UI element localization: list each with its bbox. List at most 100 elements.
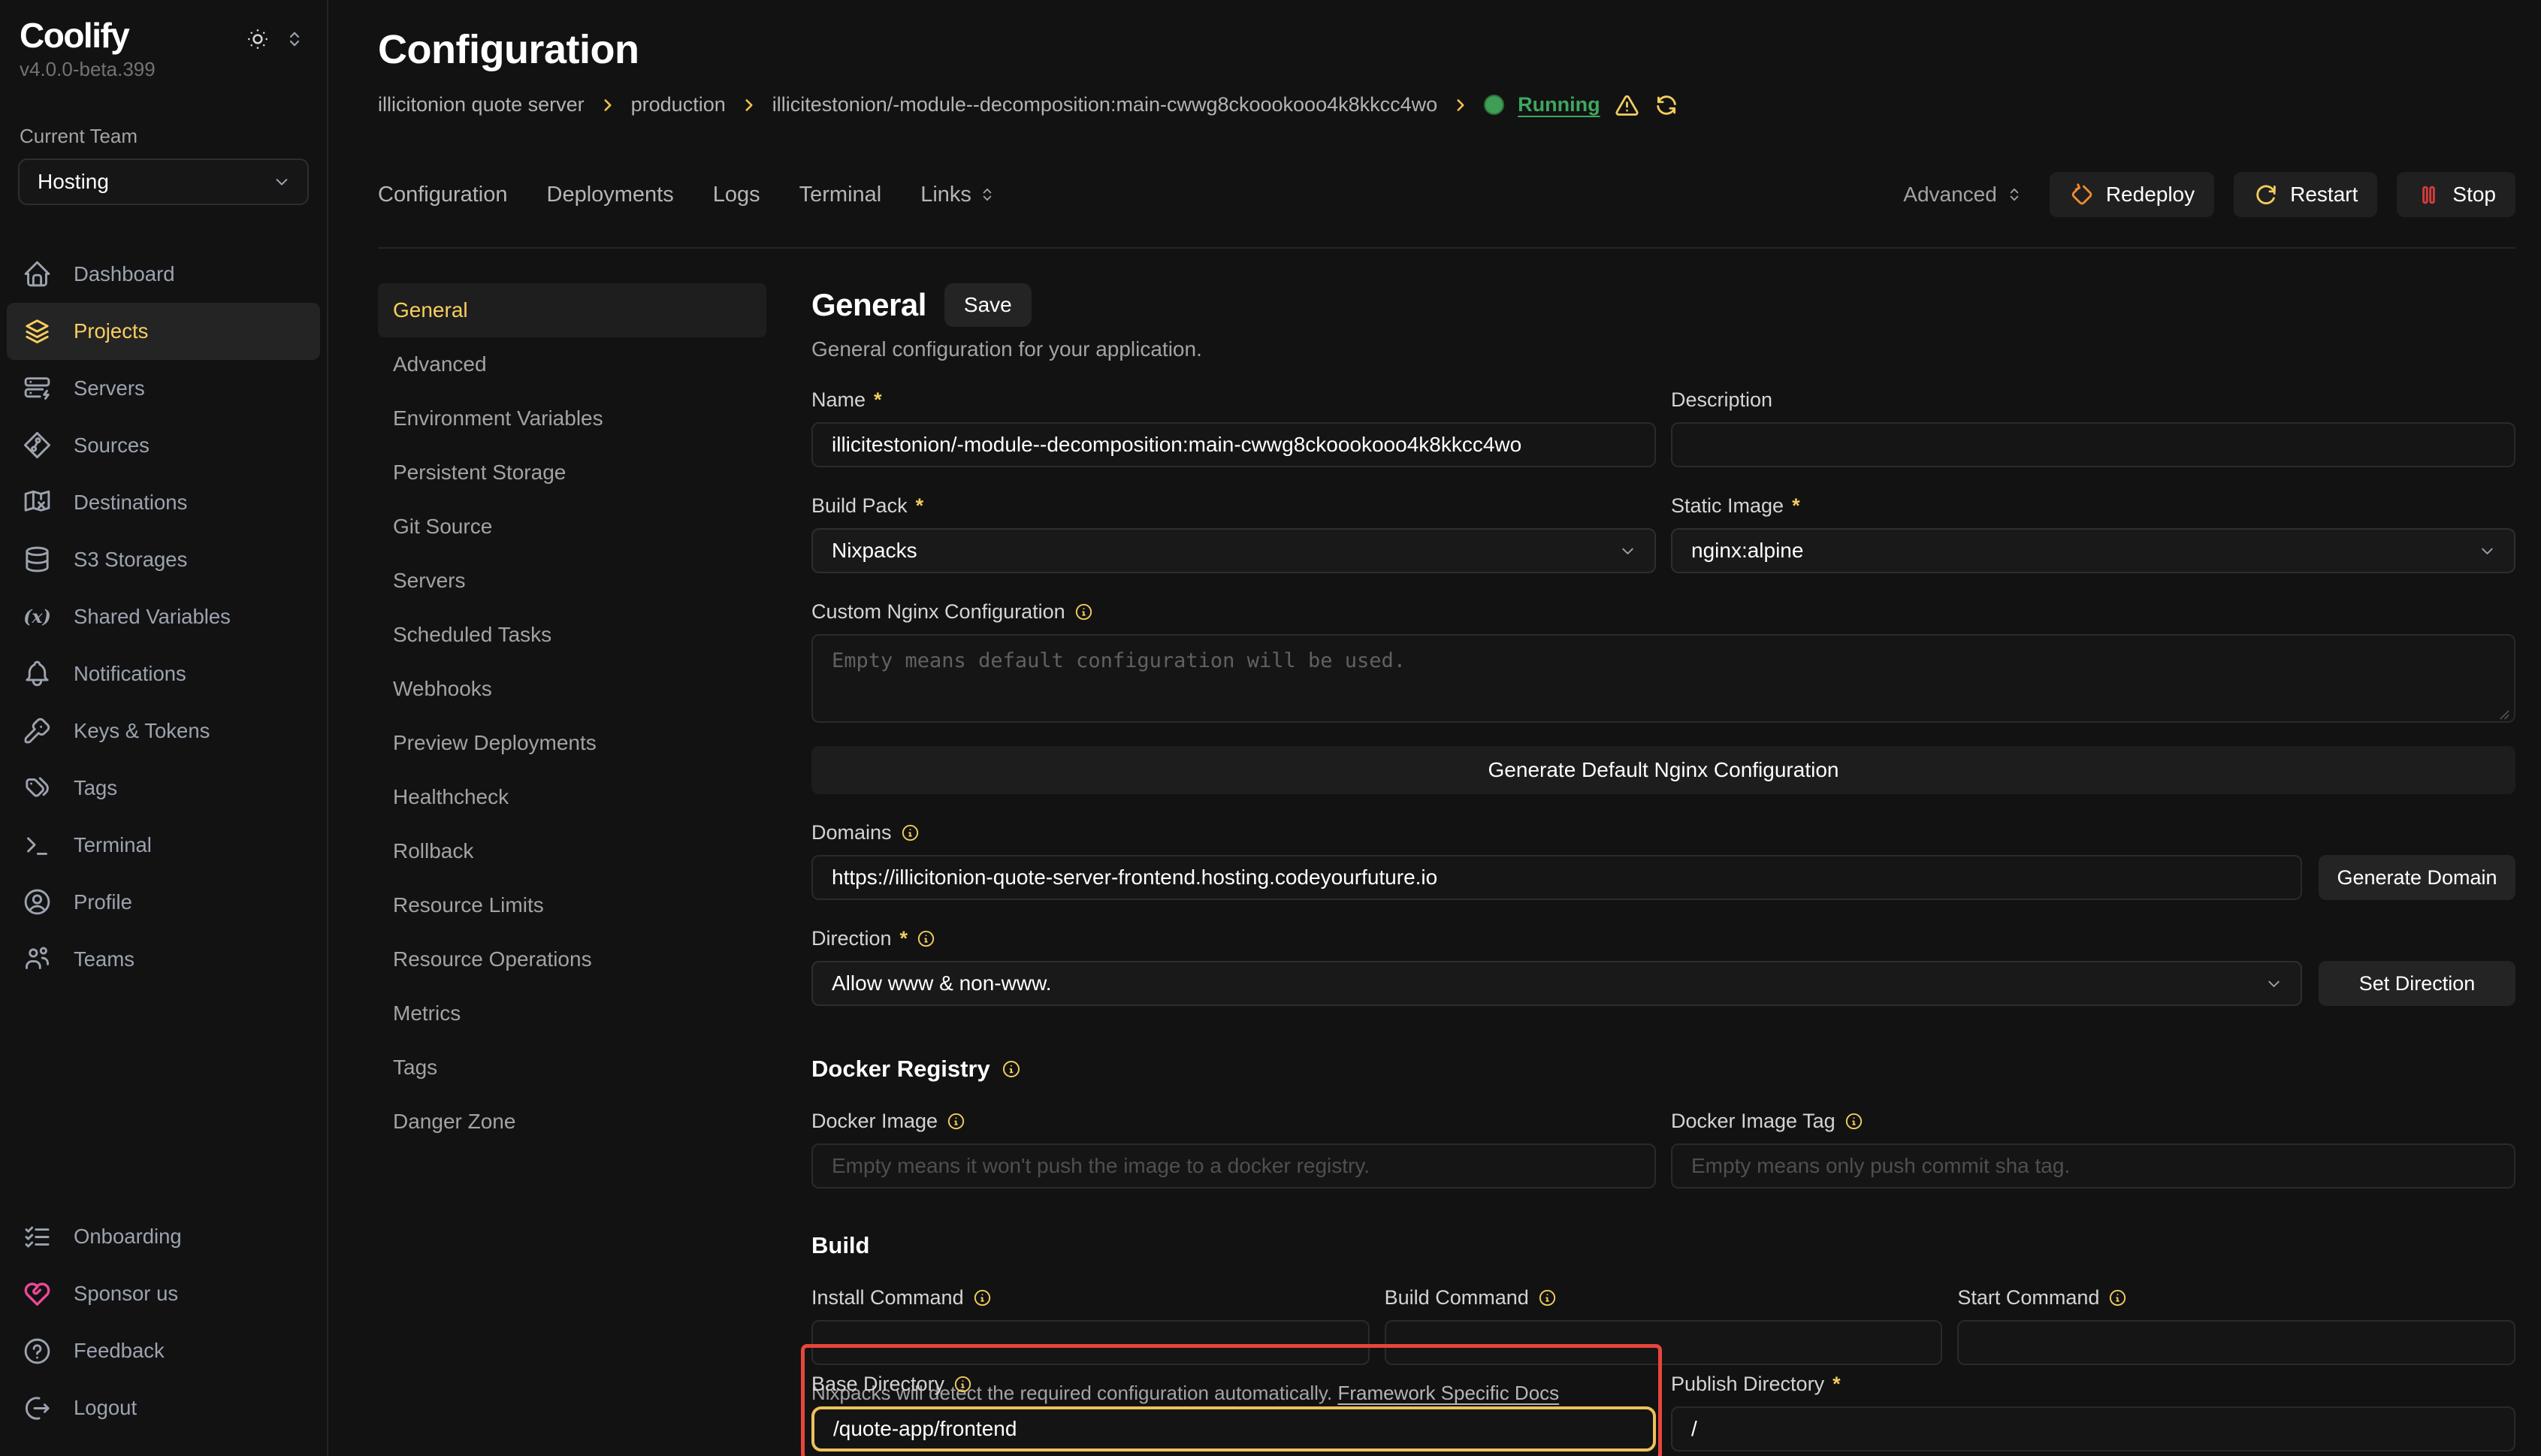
info-icon[interactable] xyxy=(972,1288,993,1308)
redeploy-button[interactable]: Redeploy xyxy=(2050,172,2214,217)
home-icon xyxy=(22,258,53,289)
sidebar-item-terminal[interactable]: Terminal xyxy=(7,817,320,874)
info-icon[interactable] xyxy=(1844,1111,1864,1131)
warning-triangle-icon[interactable] xyxy=(1614,92,1640,118)
theme-selector-icon[interactable] xyxy=(283,28,306,50)
build-command-input[interactable] xyxy=(1385,1320,1943,1365)
publish-directory-input[interactable] xyxy=(1671,1406,2515,1451)
info-icon[interactable] xyxy=(1074,602,1094,622)
sidebar-item-profile[interactable]: Profile xyxy=(7,874,320,931)
subnav-healthcheck[interactable]: Healthcheck xyxy=(378,770,766,824)
info-icon[interactable] xyxy=(946,1111,966,1131)
tab-terminal[interactable]: Terminal xyxy=(799,183,882,207)
subnav-environment-variables[interactable]: Environment Variables xyxy=(378,391,766,446)
subnav-git-source[interactable]: Git Source xyxy=(378,500,766,554)
status-running-link[interactable]: Running xyxy=(1518,93,1600,116)
current-team-label: Current Team xyxy=(0,125,327,148)
docker-image-tag-input[interactable] xyxy=(1671,1143,2515,1189)
direction-select[interactable]: Allow www & non-www. xyxy=(811,961,2302,1006)
info-icon[interactable] xyxy=(900,823,920,843)
subnav-webhooks[interactable]: Webhooks xyxy=(378,662,766,716)
subnav-resource-operations[interactable]: Resource Operations xyxy=(378,932,766,986)
sidebar-item-label: Teams xyxy=(74,947,134,971)
description-input[interactable] xyxy=(1671,422,2515,467)
subnav-scheduled-tasks[interactable]: Scheduled Tasks xyxy=(378,608,766,662)
base-directory-input[interactable] xyxy=(811,1406,1656,1451)
sidebar-item-keys-tokens[interactable]: Keys & Tokens xyxy=(7,702,320,760)
static-image-select[interactable]: nginx:alpine xyxy=(1671,528,2515,573)
subnav-resource-limits[interactable]: Resource Limits xyxy=(378,878,766,932)
tab-deployments[interactable]: Deployments xyxy=(547,183,674,207)
build-pack-select[interactable]: Nixpacks xyxy=(811,528,1656,573)
sidebar-item-label: Servers xyxy=(74,376,145,400)
advanced-toggle[interactable]: Advanced xyxy=(1903,183,2024,207)
restart-button[interactable]: Restart xyxy=(2234,172,2377,217)
start-command-input[interactable] xyxy=(1957,1320,2515,1365)
stop-button[interactable]: Stop xyxy=(2397,172,2515,217)
section-subtitle: General configuration for your applicati… xyxy=(811,337,2515,361)
breadcrumb-environment[interactable]: production xyxy=(631,93,726,116)
breadcrumb-project[interactable]: illicitonion quote server xyxy=(378,93,585,116)
sidebar-item-label: Terminal xyxy=(74,833,152,857)
set-direction-button[interactable]: Set Direction xyxy=(2319,961,2515,1006)
docker-image-tag-label: Docker Image Tag xyxy=(1671,1108,2515,1134)
tab-configuration[interactable]: Configuration xyxy=(378,183,508,207)
subnav-preview-deployments[interactable]: Preview Deployments xyxy=(378,716,766,770)
subnav-rollback[interactable]: Rollback xyxy=(378,824,766,878)
name-label: Name* xyxy=(811,387,1656,412)
sidebar-item-teams[interactable]: Teams xyxy=(7,931,320,988)
sidebar-item-destinations[interactable]: Destinations xyxy=(7,474,320,531)
subnav-danger-zone[interactable]: Danger Zone xyxy=(378,1095,766,1149)
sidebar-item-feedback[interactable]: Feedback xyxy=(7,1322,320,1379)
refresh-icon[interactable] xyxy=(1654,92,1679,118)
tab-logs[interactable]: Logs xyxy=(713,183,760,207)
info-icon[interactable] xyxy=(1537,1288,1558,1308)
sidebar-item-s3-storages[interactable]: S3 Storages xyxy=(7,531,320,588)
sidebar-item-logout[interactable]: Logout xyxy=(7,1379,320,1436)
team-select[interactable]: Hosting xyxy=(18,159,309,205)
chevron-right-icon xyxy=(598,95,618,115)
custom-nginx-textarea[interactable] xyxy=(811,634,2515,723)
tags-icon xyxy=(22,772,53,803)
sidebar-item-shared-variables[interactable]: (x) Shared Variables xyxy=(7,588,320,645)
subnav-persistent-storage[interactable]: Persistent Storage xyxy=(378,446,766,500)
info-icon[interactable] xyxy=(1001,1059,1022,1080)
sidebar-item-sponsor-us[interactable]: Sponsor us xyxy=(7,1265,320,1322)
info-icon[interactable] xyxy=(2107,1288,2128,1308)
install-command-input[interactable] xyxy=(811,1320,1370,1365)
main-content: Configuration illicitonion quote server … xyxy=(330,0,2541,1456)
build-section-title: Build xyxy=(811,1232,870,1259)
sidebar-item-notifications[interactable]: Notifications xyxy=(7,645,320,702)
variable-icon: (x) xyxy=(22,601,53,632)
subnav-metrics[interactable]: Metrics xyxy=(378,986,766,1041)
sidebar-item-tags[interactable]: Tags xyxy=(7,760,320,817)
tab-links[interactable]: Links xyxy=(920,183,997,207)
sidebar-item-projects[interactable]: Projects xyxy=(7,303,320,360)
sidebar-item-dashboard[interactable]: Dashboard xyxy=(7,246,320,303)
tab-bar: Configuration Deployments Logs Terminal … xyxy=(378,171,2515,249)
app-logo: Coolify xyxy=(20,17,128,55)
sidebar-item-label: Feedback xyxy=(74,1339,165,1363)
generate-nginx-button[interactable]: Generate Default Nginx Configuration xyxy=(811,746,2515,794)
sidebar-item-servers[interactable]: Servers xyxy=(7,360,320,417)
theme-sun-icon[interactable] xyxy=(244,26,271,53)
docker-image-input[interactable] xyxy=(811,1143,1656,1189)
subnav-advanced[interactable]: Advanced xyxy=(378,337,766,391)
sidebar-nav: Dashboard Projects Servers Sources Desti… xyxy=(0,246,327,988)
sidebar-item-label: Tags xyxy=(74,776,117,800)
subnav-general[interactable]: General xyxy=(378,283,766,337)
subnav-tags[interactable]: Tags xyxy=(378,1041,766,1095)
logout-icon xyxy=(22,1393,53,1424)
textarea-resize-handle[interactable] xyxy=(2499,709,2510,720)
generate-domain-button[interactable]: Generate Domain xyxy=(2319,855,2515,900)
chevron-down-icon xyxy=(271,171,292,192)
subnav-servers[interactable]: Servers xyxy=(378,554,766,608)
save-button[interactable]: Save xyxy=(944,283,1032,327)
sidebar-item-onboarding[interactable]: Onboarding xyxy=(7,1208,320,1265)
domains-input[interactable] xyxy=(811,855,2302,900)
info-icon[interactable] xyxy=(953,1374,973,1394)
name-input[interactable] xyxy=(811,422,1656,467)
breadcrumb-application[interactable]: illicitestonion/-module--decomposition:m… xyxy=(772,93,1437,116)
sidebar-item-sources[interactable]: Sources xyxy=(7,417,320,474)
info-icon[interactable] xyxy=(916,929,936,949)
